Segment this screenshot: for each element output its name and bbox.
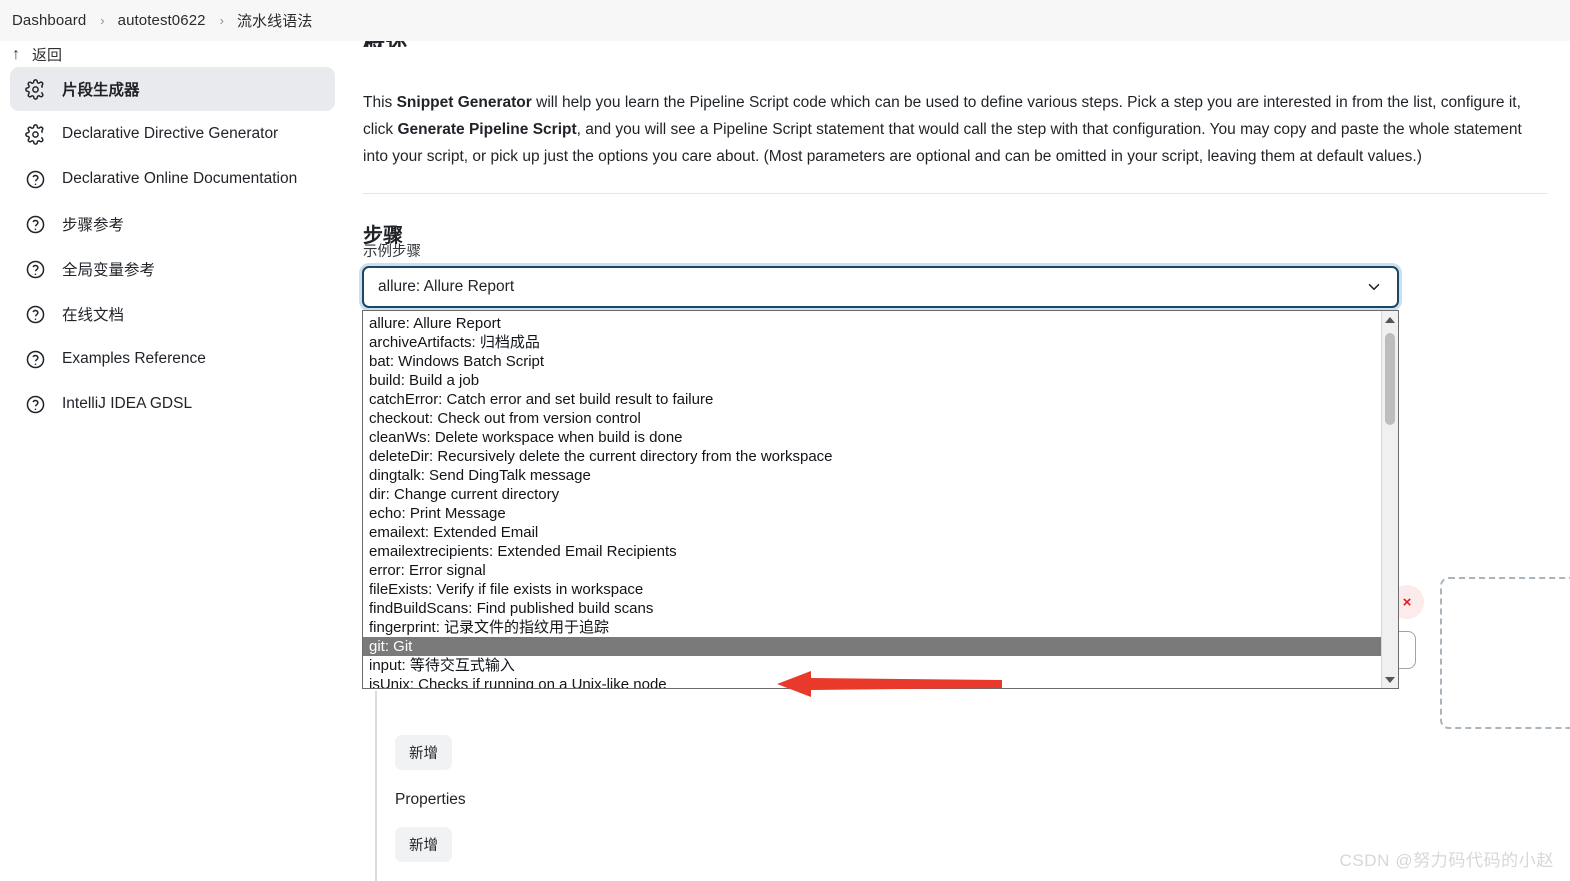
divider	[363, 193, 1548, 194]
sidebar-item-label: Declarative Online Documentation	[62, 170, 298, 187]
back-arrow-icon: ↑	[12, 46, 20, 63]
intro-paragraph: This Snippet Generator will help you lea…	[363, 89, 1543, 170]
breadcrumb: Dashboard › autotest0622 › 流水线语法	[0, 0, 1570, 41]
dropdown-option[interactable]: dir: Change current directory	[363, 485, 1381, 504]
sidebar-item-label: IntelliJ IDEA GDSL	[62, 395, 193, 412]
help-circle-icon	[24, 348, 46, 370]
help-circle-icon	[24, 258, 46, 280]
dropdown-option[interactable]: emailextrecipients: Extended Email Recip…	[363, 542, 1381, 561]
form-section-divider	[375, 691, 377, 881]
dropdown-option[interactable]: isUnix: Checks if running on a Unix-like…	[363, 675, 1381, 688]
dropdown-option[interactable]: findBuildScans: Find published build sca…	[363, 599, 1381, 618]
dropdown-option[interactable]: checkout: Check out from version control	[363, 409, 1381, 428]
sidebar-menu: 片段生成器 Declarative Directive Generator De…	[0, 67, 345, 427]
sidebar-item-examples-reference[interactable]: Examples Reference	[10, 337, 335, 381]
watermark: CSDN @努力码代码的小赵	[1339, 851, 1554, 870]
dropdown-option-list: allure: Allure Report archiveArtifacts: …	[363, 311, 1381, 688]
dropdown-option[interactable]: deleteDir: Recursively delete the curren…	[363, 447, 1381, 466]
breadcrumb-separator: ›	[219, 13, 224, 28]
sidebar-item-step-reference[interactable]: 步骤参考	[10, 202, 335, 246]
sidebar-item-label: 步骤参考	[62, 217, 125, 234]
sidebar-item-declarative-online-documentation[interactable]: Declarative Online Documentation	[10, 157, 335, 201]
sidebar-item-label: Declarative Directive Generator	[62, 125, 279, 142]
dropdown-option[interactable]: echo: Print Message	[363, 504, 1381, 523]
properties-label: Properties	[395, 791, 466, 808]
sidebar-item-global-variable-reference[interactable]: 全局变量参考	[10, 247, 335, 291]
add-button[interactable]: 新增	[395, 735, 452, 770]
dropdown-option[interactable]: dingtalk: Send DingTalk message	[363, 466, 1381, 485]
sample-step-dropdown[interactable]: allure: Allure Report archiveArtifacts: …	[362, 310, 1399, 689]
sidebar-item-intellij-idea-gdsl[interactable]: IntelliJ IDEA GDSL	[10, 382, 335, 426]
scrollbar-thumb[interactable]	[1385, 333, 1395, 425]
dropdown-option[interactable]: allure: Allure Report	[363, 314, 1381, 333]
intro-bold-generate-pipeline-script: Generate Pipeline Script	[397, 120, 577, 138]
breadcrumb-separator: ›	[100, 13, 105, 28]
dropdown-option-selected[interactable]: git: Git	[363, 637, 1381, 656]
breadcrumb-item-pipeline-syntax[interactable]: 流水线语法	[235, 10, 315, 31]
sample-step-label: 示例步骤	[363, 244, 421, 260]
dropdown-option[interactable]: emailext: Extended Email	[363, 523, 1381, 542]
dropdown-option[interactable]: build: Build a job	[363, 371, 1381, 390]
sidebar-item-label: Examples Reference	[62, 350, 206, 367]
sidebar-item-snippet-generator[interactable]: 片段生成器	[10, 67, 335, 111]
dropdown-option[interactable]: fileExists: Verify if file exists in wor…	[363, 580, 1381, 599]
sample-step-select-wrapper: allure: Allure Report	[362, 266, 1399, 308]
sidebar-item-declarative-directive-generator[interactable]: Declarative Directive Generator	[10, 112, 335, 156]
sidebar: ↑ 返回 片段生成器 Declarative Directive Generat…	[0, 41, 345, 881]
sidebar-item-online-documentation[interactable]: 在线文档	[10, 292, 335, 336]
add-button[interactable]: 新增	[395, 827, 452, 862]
sidebar-item-label: 在线文档	[62, 307, 125, 324]
dropdown-option[interactable]: catchError: Catch error and set build re…	[363, 390, 1381, 409]
help-circle-icon	[24, 168, 46, 190]
help-circle-icon	[24, 303, 46, 325]
sidebar-item-label: 片段生成器	[62, 82, 140, 99]
breadcrumb-item-dashboard[interactable]: Dashboard	[10, 12, 88, 29]
dropdown-scrollbar[interactable]	[1381, 311, 1398, 688]
dropdown-option[interactable]: cleanWs: Delete workspace when build is …	[363, 428, 1381, 447]
right-panel-fragment: ×	[1326, 535, 1570, 729]
back-button-label: 返回	[32, 46, 63, 64]
help-circle-icon	[24, 213, 46, 235]
dropdown-option[interactable]: archiveArtifacts: 归档成品	[363, 333, 1381, 352]
gear-icon	[24, 123, 46, 145]
intro-bold-snippet-generator: Snippet Generator	[396, 93, 532, 111]
dropdown-option[interactable]: fingerprint: 记录文件的指纹用于追踪	[363, 618, 1381, 637]
back-button[interactable]: ↑ 返回	[12, 37, 62, 71]
dropdown-option[interactable]: error: Error signal	[363, 561, 1381, 580]
main-content: 概述 This Snippet Generator will help you …	[345, 41, 1570, 881]
help-circle-icon	[24, 393, 46, 415]
gear-icon	[24, 78, 46, 100]
dropdown-option[interactable]: bat: Windows Batch Script	[363, 352, 1381, 371]
scroll-up-arrow-icon[interactable]	[1382, 311, 1398, 328]
scroll-down-arrow-icon[interactable]	[1382, 671, 1398, 688]
page-title: 概述	[363, 41, 408, 47]
sidebar-item-label: 全局变量参考	[62, 262, 156, 279]
intro-text-1: This	[363, 93, 397, 111]
page-root: Dashboard › autotest0622 › 流水线语法 ↑ 返回 片段…	[0, 0, 1570, 881]
dashed-card	[1440, 577, 1570, 729]
chevron-down-icon	[1365, 278, 1383, 296]
sample-step-select[interactable]: allure: Allure Report	[362, 266, 1399, 308]
sample-step-select-value: allure: Allure Report	[378, 278, 515, 295]
breadcrumb-item-autotest0622[interactable]: autotest0622	[116, 12, 208, 29]
dropdown-option[interactable]: input: 等待交互式输入	[363, 656, 1381, 675]
